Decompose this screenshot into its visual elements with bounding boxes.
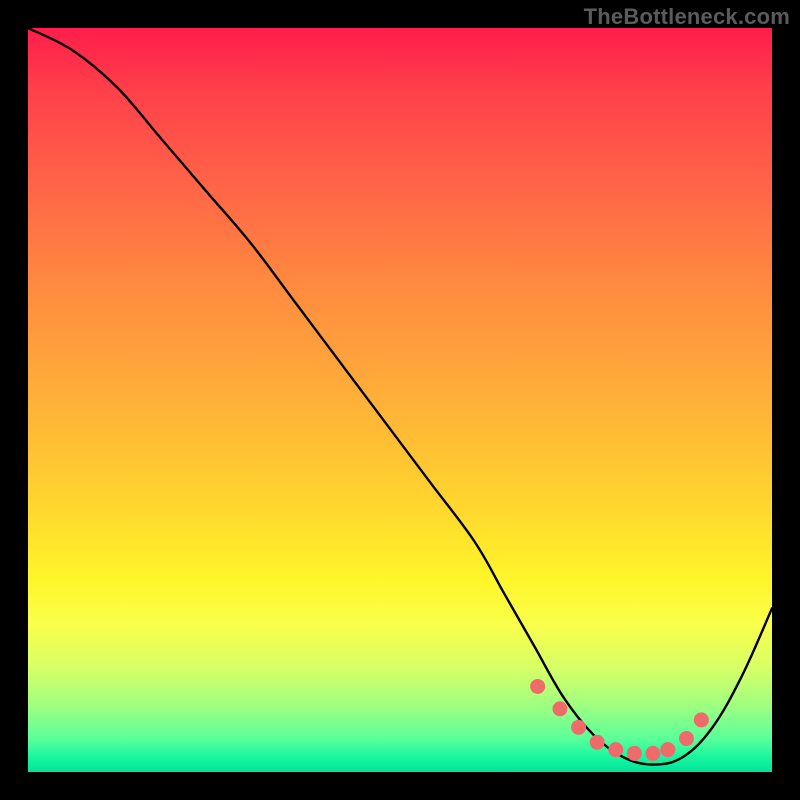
marker-dot <box>608 742 623 757</box>
chart-frame: TheBottleneck.com <box>0 0 800 800</box>
marker-dot <box>660 742 675 757</box>
marker-dot <box>645 746 660 761</box>
marker-dot <box>530 679 545 694</box>
chart-svg <box>28 28 772 772</box>
marker-dot <box>694 712 709 727</box>
marker-dot <box>679 731 694 746</box>
marker-dot <box>552 701 567 716</box>
marker-dot <box>571 720 586 735</box>
marker-dot <box>590 735 605 750</box>
marker-dot <box>627 746 642 761</box>
curve-line <box>28 28 772 765</box>
watermark-text: TheBottleneck.com <box>584 4 790 30</box>
curve-markers <box>530 679 709 761</box>
